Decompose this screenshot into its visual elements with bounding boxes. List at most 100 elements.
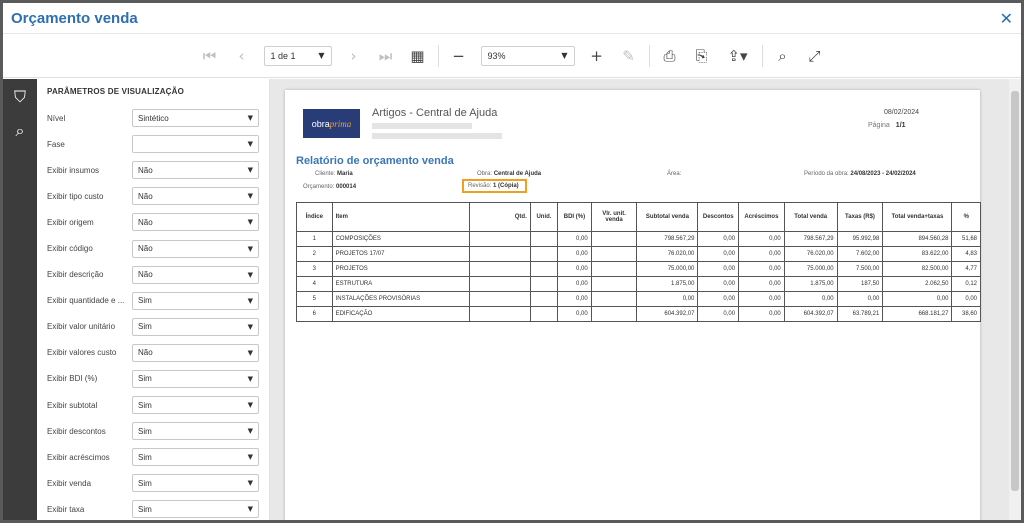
zoom-select[interactable]: 93% ▼ bbox=[480, 45, 575, 66]
table-cell: 2.062,50 bbox=[882, 276, 953, 292]
zoom-in-icon[interactable]: + bbox=[584, 43, 610, 69]
page-select[interactable]: 1 de 1 ▼ bbox=[263, 45, 332, 66]
parameter-select[interactable]: Sim ▼ bbox=[132, 291, 259, 310]
table-cell: 5 bbox=[296, 291, 333, 307]
last-page-icon[interactable]: ⏭ bbox=[373, 43, 399, 69]
parameter-value: Sim bbox=[138, 296, 152, 306]
parameter-label: Exibir insumos bbox=[47, 165, 100, 175]
blurred-address bbox=[372, 133, 502, 139]
table-row: 6 EDIFICAÇÃO 0,00 604.392,07 0,00 0,00 604.392… bbox=[296, 306, 981, 322]
toolbar-divider bbox=[437, 44, 439, 67]
search-icon[interactable]: ⌕ bbox=[16, 121, 25, 141]
chevron-down-icon: ▼ bbox=[247, 114, 253, 123]
parameter-row: Exibir quantidade e ... Sim ▼ bbox=[47, 288, 269, 314]
table-cell: 6 bbox=[296, 306, 333, 322]
parameter-select[interactable]: Não ▼ bbox=[132, 239, 259, 258]
viewer-toolbar: ⏮ ‹ 1 de 1 ▼ › ⏭ ▦ − 93% ▼ + ✎ ⎙ ⎘ ⇪▾ ⌕ … bbox=[3, 33, 1021, 78]
filter-icon[interactable]: ⛉ bbox=[14, 87, 26, 107]
parameter-select[interactable]: Sintético ▼ bbox=[132, 109, 259, 128]
search-icon[interactable]: ⌕ bbox=[770, 43, 796, 69]
table-cell: 798.567,29 bbox=[783, 231, 838, 247]
budget-info: Orçamento: 000014 bbox=[303, 184, 357, 190]
title-bar: Orçamento venda ✕ bbox=[3, 3, 1021, 33]
table-cell: 604.392,07 bbox=[636, 306, 699, 322]
print-icon[interactable]: ⎙ bbox=[657, 43, 683, 69]
table-cell: PROJETOS 17/07 bbox=[331, 246, 470, 262]
print-page-icon[interactable]: ⎘ bbox=[689, 43, 715, 69]
parameter-select[interactable]: Não ▼ bbox=[132, 161, 259, 180]
table-cell: 0,00 bbox=[697, 291, 740, 307]
close-icon[interactable]: ✕ bbox=[1000, 9, 1013, 28]
parameter-select[interactable]: Não ▼ bbox=[132, 343, 259, 362]
parameter-row: Exibir descrição Não ▼ bbox=[47, 262, 269, 288]
parameter-select[interactable]: Não ▼ bbox=[132, 187, 259, 206]
table-cell: 0,00 bbox=[697, 276, 740, 292]
table-cell: 1.875,00 bbox=[636, 276, 699, 292]
next-page-icon[interactable]: › bbox=[341, 43, 367, 69]
window-title: Orçamento venda bbox=[11, 9, 138, 27]
table-cell bbox=[468, 231, 531, 247]
table-cell: 83.622,00 bbox=[882, 246, 953, 262]
table-cell bbox=[590, 276, 638, 292]
parameter-label: Exibir tipo custo bbox=[47, 191, 104, 201]
table-cell: 0,00 bbox=[697, 306, 740, 322]
table-cell: 4,77 bbox=[951, 261, 981, 277]
table-cell: 75.000,00 bbox=[783, 261, 838, 277]
parameter-label: Exibir valores custo bbox=[47, 348, 117, 358]
parameter-row: Exibir valores custo Não ▼ bbox=[47, 340, 269, 366]
column-header: Unid. bbox=[529, 202, 559, 232]
scroll-thumb[interactable] bbox=[1011, 91, 1019, 491]
fullscreen-icon[interactable]: ⤢ bbox=[802, 43, 828, 69]
table-cell: COMPOSIÇÕES bbox=[331, 231, 470, 247]
table-cell: 76.020,00 bbox=[636, 246, 699, 262]
parameter-select[interactable]: Sim ▼ bbox=[132, 422, 259, 441]
parameter-select[interactable]: Sim ▼ bbox=[132, 474, 259, 493]
parameter-select[interactable]: Sim ▼ bbox=[132, 317, 259, 336]
parameter-row: Exibir origem Não ▼ bbox=[47, 209, 269, 235]
parameter-select[interactable]: Não ▼ bbox=[132, 213, 259, 232]
parameter-row: Exibir descontos Sim ▼ bbox=[47, 418, 269, 444]
chevron-down-icon: ▼ bbox=[247, 374, 253, 383]
parameter-select[interactable]: Sim ▼ bbox=[132, 369, 259, 388]
table-cell bbox=[590, 306, 638, 322]
company-name: Artigos - Central de Ajuda bbox=[372, 107, 498, 119]
parameter-label: Fase bbox=[47, 139, 65, 149]
parameter-select[interactable]: Não ▼ bbox=[132, 265, 259, 284]
chevron-down-icon: ▼ bbox=[247, 218, 253, 227]
parameter-row: Fase ▼ bbox=[47, 131, 269, 157]
parameter-row: Exibir BDI (%) Sim ▼ bbox=[47, 366, 269, 392]
parameter-label: Exibir valor unitário bbox=[47, 322, 116, 332]
report-preview[interactable]: obra prima Artigos - Central de Ajuda 08/… bbox=[270, 79, 1021, 520]
table-cell: 0,00 bbox=[738, 291, 785, 307]
export-icon[interactable]: ⇪▾ bbox=[721, 43, 755, 69]
column-header: Total venda+taxas bbox=[882, 202, 953, 232]
table-cell: 0,00 bbox=[636, 291, 699, 307]
table-cell bbox=[529, 246, 559, 262]
chevron-down-icon: ▼ bbox=[247, 348, 253, 357]
zoom-out-icon[interactable]: − bbox=[446, 43, 472, 69]
parameter-select[interactable]: ▼ bbox=[132, 135, 259, 154]
parameter-value: Sim bbox=[138, 478, 152, 488]
vertical-scrollbar[interactable] bbox=[1009, 79, 1021, 520]
edit-parameters-icon[interactable]: ✎ bbox=[616, 43, 642, 69]
table-cell: 0,00 bbox=[783, 291, 838, 307]
prev-page-icon[interactable]: ‹ bbox=[229, 43, 255, 69]
table-cell: INSTALAÇÕES PROVISÓRIAS bbox=[331, 291, 470, 307]
parameters-list: Nível Sintético ▼ Fase ▼ Exibir insumos Não ▼ Ex… bbox=[47, 105, 269, 520]
parameter-select[interactable]: Sim ▼ bbox=[132, 448, 259, 467]
parameter-value: Não bbox=[138, 244, 153, 254]
parameter-value: Sim bbox=[138, 374, 152, 384]
chevron-down-icon: ▼ bbox=[247, 427, 253, 436]
parameter-label: Exibir quantidade e ... bbox=[47, 296, 125, 306]
table-cell: 0,00 bbox=[557, 291, 592, 307]
parameter-select[interactable]: Sim ▼ bbox=[132, 500, 259, 519]
table-cell: 604.392,07 bbox=[783, 306, 838, 322]
multipage-icon[interactable]: ▦ bbox=[405, 43, 431, 69]
parameter-select[interactable]: Sim ▼ bbox=[132, 396, 259, 415]
parameter-label: Exibir acréscimos bbox=[47, 452, 110, 462]
blurred-address bbox=[372, 123, 472, 129]
parameter-label: Exibir descontos bbox=[47, 426, 106, 436]
first-page-icon[interactable]: ⏮ bbox=[197, 43, 223, 69]
table-cell bbox=[468, 246, 531, 262]
side-icon-bar: ⛉ ⌕ bbox=[3, 79, 37, 520]
